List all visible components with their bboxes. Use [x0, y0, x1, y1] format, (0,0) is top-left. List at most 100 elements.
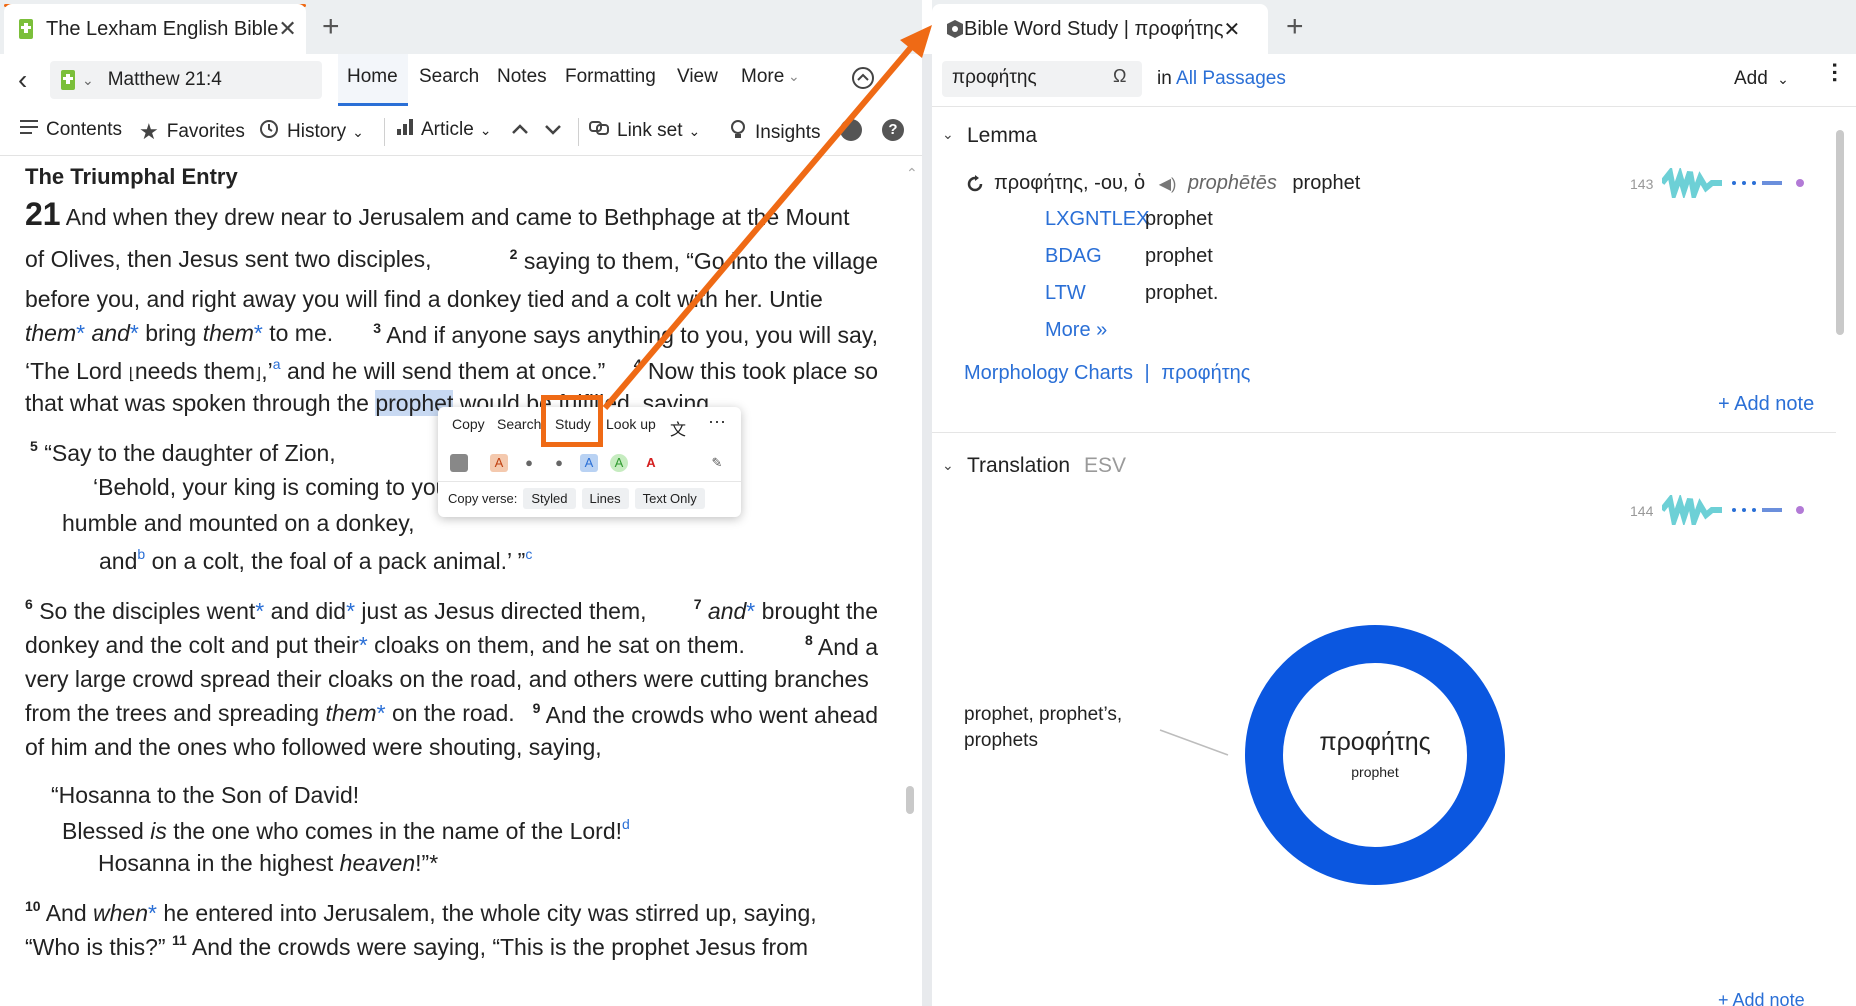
asterisk-note[interactable]: *	[76, 320, 85, 346]
info-circle-icon[interactable]	[840, 119, 862, 141]
verse-number: 5	[30, 438, 38, 454]
footnote-marker[interactable]: d	[622, 816, 630, 832]
popup-copy[interactable]: Copy	[452, 416, 485, 432]
text-line: donkey and the colt and put their* cloak…	[25, 632, 878, 661]
copy-icon[interactable]	[450, 454, 468, 472]
more-dictionaries-link[interactable]: More »	[1045, 319, 1107, 342]
dictionary-link-ltw[interactable]: LTW	[1045, 282, 1086, 304]
add-note-link[interactable]: + Add note	[1718, 393, 1814, 416]
favorites-button[interactable]: ★ Favorites	[139, 119, 245, 145]
asterisk-note[interactable]: *	[255, 598, 264, 624]
panel-divider[interactable]	[922, 54, 932, 1006]
help-icon[interactable]: ?	[882, 119, 904, 141]
quote-line: ‘Behold, your king is coming to you,	[93, 474, 455, 501]
verse-text: before you, and right away you will find…	[25, 286, 823, 312]
translation-version[interactable]: ESV	[1084, 454, 1126, 477]
chevron-down-icon[interactable]: ⌄	[788, 68, 800, 85]
history-button[interactable]: History ⌄	[259, 119, 364, 145]
speaker-icon[interactable]: ◀)	[1159, 176, 1177, 193]
copy-lines-button[interactable]: Lines	[581, 488, 629, 509]
next-article-chevron-down-icon[interactable]	[542, 118, 564, 145]
new-tab-plus-icon[interactable]: +	[322, 10, 340, 44]
translate-icon[interactable]: 文	[670, 416, 686, 440]
scroll-up-chevron-icon[interactable]: ⌃	[906, 165, 918, 182]
highlight-style-icon[interactable]: A	[610, 454, 628, 472]
highlight-style-icon[interactable]: A	[490, 454, 508, 472]
tab-home[interactable]: Home	[347, 66, 398, 88]
person-icon[interactable]: ●	[550, 454, 568, 472]
chart-label-line: prophets	[964, 730, 1038, 751]
tab-formatting[interactable]: Formatting	[565, 66, 656, 88]
refresh-icon[interactable]	[965, 174, 985, 199]
word-search-input[interactable]: προφήτης	[942, 61, 1142, 97]
popup-look-up[interactable]: Look up	[606, 416, 656, 432]
pencil-icon[interactable]: ✎	[708, 454, 726, 472]
frequency-sparkline-icon[interactable]	[1659, 166, 1822, 206]
link-set-button[interactable]: Link set ⌄	[589, 119, 700, 143]
verse-text: And when they drew near to Jerusalem and…	[65, 204, 850, 230]
chart-center-word: προφήτης	[1319, 728, 1431, 756]
tab-bible-word-study[interactable]: Bible Word Study | προφήτης ✕	[932, 4, 1268, 54]
verse-text: brought the	[761, 598, 878, 624]
more-dots-icon[interactable]: ···	[708, 411, 726, 432]
asterisk-note[interactable]: *	[346, 598, 355, 624]
asterisk-note[interactable]: *	[429, 850, 438, 876]
reference-box[interactable]: ⌄ Matthew 21:4	[50, 61, 322, 99]
footnote-marker[interactable]: b	[137, 546, 145, 562]
lemma-section-title[interactable]: Lemma	[967, 124, 1037, 148]
tab-view[interactable]: View	[677, 66, 718, 88]
footnote-marker[interactable]: c	[525, 546, 532, 562]
tab-more[interactable]: More	[741, 66, 784, 88]
scope-selector[interactable]: All Passages	[1176, 68, 1286, 89]
copy-verse-label: Copy verse:	[448, 491, 518, 506]
asterisk-note[interactable]: *	[359, 632, 368, 658]
chevron-down-icon: ⌄	[1777, 71, 1789, 87]
scrollbar-thumb[interactable]	[906, 786, 914, 814]
copy-styled-button[interactable]: Styled	[523, 488, 576, 509]
left-tabbar: The Lexham English Bible ✕ +	[0, 0, 922, 54]
collapse-chevron-icon[interactable]: ⌄	[942, 126, 954, 143]
person-icon[interactable]: ●	[520, 454, 538, 472]
insights-button[interactable]: Insights	[729, 119, 820, 147]
tab-search[interactable]: Search	[419, 66, 479, 88]
italic-word: when	[93, 900, 149, 926]
scrollbar-thumb[interactable]	[1836, 130, 1844, 335]
dictionary-link-lxgntlex[interactable]: LXGNTLEX	[1045, 208, 1149, 230]
add-menu-button[interactable]: Add ⌄	[1734, 68, 1789, 90]
asterisk-note[interactable]: *	[148, 900, 157, 926]
asterisk-note[interactable]: *	[377, 700, 386, 726]
morphology-word-link[interactable]: προφήτης	[1161, 362, 1250, 384]
contents-button[interactable]: Contents	[20, 119, 122, 141]
frequency-count: 143	[1630, 176, 1654, 192]
previous-article-chevron-up-icon[interactable]	[509, 118, 531, 145]
verse-text: ,’	[261, 358, 273, 384]
close-icon[interactable]: ✕	[278, 16, 296, 42]
verse-text: and he will send them at once.”	[286, 358, 606, 384]
dictionary-link-bdag[interactable]: BDAG	[1045, 245, 1102, 267]
collapse-chevron-icon[interactable]: ⌄	[942, 457, 954, 474]
section-heading: The Triumphal Entry	[25, 164, 238, 189]
frequency-sparkline-icon[interactable]	[1659, 493, 1822, 533]
reference-input[interactable]: Matthew 21:4	[108, 69, 222, 91]
article-button[interactable]: Article ⌄	[397, 119, 492, 141]
translation-section-title[interactable]: Translation ESV	[967, 454, 1126, 478]
add-note-link[interactable]: + Add note	[1718, 990, 1805, 1006]
asterisk-note[interactable]: *	[254, 320, 263, 346]
collapse-up-icon[interactable]	[851, 66, 875, 95]
back-chevron-icon[interactable]: ‹	[18, 64, 27, 96]
asterisk-note[interactable]: *	[746, 598, 755, 624]
copy-text-only-button[interactable]: Text Only	[634, 488, 705, 509]
new-tab-plus-icon[interactable]: +	[1286, 10, 1304, 44]
highlight-style-icon[interactable]: A	[580, 454, 598, 472]
chevron-down-icon[interactable]: ⌄	[82, 72, 94, 89]
more-vertical-icon[interactable]: ···	[1822, 62, 1847, 84]
tab-notes[interactable]: Notes	[497, 66, 547, 88]
asterisk-note[interactable]: *	[130, 320, 139, 346]
close-icon[interactable]: ✕	[1224, 17, 1241, 42]
footnote-marker[interactable]: a	[273, 356, 281, 372]
omega-keyboard-icon[interactable]: Ω	[1113, 66, 1126, 87]
tab-lexham-bible[interactable]: The Lexham English Bible ✕	[4, 4, 306, 54]
morphology-charts-link[interactable]: Morphology Charts	[964, 362, 1133, 384]
highlight-style-icon[interactable]: A	[642, 454, 660, 472]
popup-search[interactable]: Search	[497, 416, 541, 432]
